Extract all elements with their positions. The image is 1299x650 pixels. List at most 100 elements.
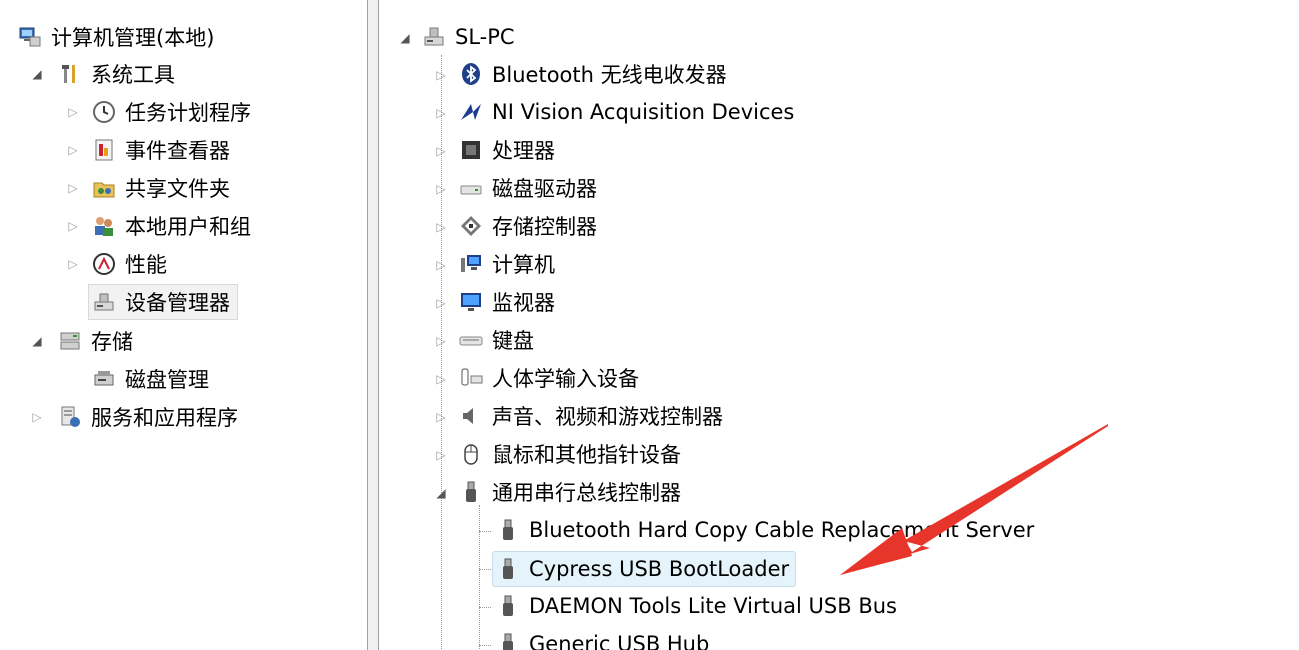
expand-icon[interactable]: ▷ xyxy=(434,144,448,158)
usb-device-cypress-bootloader[interactable]: Cypress USB BootLoader xyxy=(492,551,797,587)
category-usb-controllers[interactable]: 通用串行总线控制器 xyxy=(459,475,684,509)
device-tree-root-label: SL-PC xyxy=(455,25,515,49)
pc-icon xyxy=(424,27,444,46)
tree-item-event-viewer[interactable]: 事件查看器 xyxy=(92,133,233,167)
tree-item-label: 设备管理器 xyxy=(125,291,230,315)
clock-icon xyxy=(93,101,115,123)
expand-icon[interactable]: ▷ xyxy=(66,105,80,119)
usb-device-generic-hub[interactable]: Generic USB Hub xyxy=(496,627,712,650)
category-computer[interactable]: 计算机 xyxy=(459,247,558,281)
tree-item-label: 任务计划程序 xyxy=(125,101,251,125)
computer-icon xyxy=(461,255,481,272)
category-keyboards[interactable]: 键盘 xyxy=(459,323,537,357)
tree-item-system-tools[interactable]: 系统工具 xyxy=(58,57,178,91)
tree-item-device-manager[interactable]: 设备管理器 xyxy=(88,284,238,320)
device-label: Cypress USB BootLoader xyxy=(529,557,790,581)
processor-icon xyxy=(462,141,480,159)
device-label: Bluetooth Hard Copy Cable Replacement Se… xyxy=(529,518,1035,542)
category-label: 监视器 xyxy=(492,291,555,315)
shared-folder-icon xyxy=(93,182,115,198)
disk-drive-icon xyxy=(460,185,482,195)
tree-item-computer-management[interactable]: 计算机管理(本地) xyxy=(18,20,217,54)
expand-icon[interactable]: ▷ xyxy=(66,181,80,195)
category-label: 处理器 xyxy=(492,139,555,163)
category-label: 人体学输入设备 xyxy=(492,367,639,391)
collapse-icon[interactable]: ◢ xyxy=(398,31,412,45)
tree-line xyxy=(479,569,491,570)
usb-icon xyxy=(503,519,513,540)
expand-icon[interactable]: ▷ xyxy=(434,448,448,462)
category-monitors[interactable]: 监视器 xyxy=(459,285,558,319)
tree-line xyxy=(479,645,491,646)
pane-splitter[interactable] xyxy=(367,0,379,650)
device-label: DAEMON Tools Lite Virtual USB Bus xyxy=(529,594,897,618)
tree-item-local-users-groups[interactable]: 本地用户和组 xyxy=(92,209,254,243)
tree-item-shared-folders[interactable]: 共享文件夹 xyxy=(92,171,233,205)
category-label: 声音、视频和游戏控制器 xyxy=(492,405,723,429)
expand-icon[interactable]: ▷ xyxy=(434,258,448,272)
expand-icon[interactable]: ▷ xyxy=(66,257,80,271)
storage-icon xyxy=(60,332,80,350)
tree-item-label: 服务和应用程序 xyxy=(91,406,238,430)
tree-line xyxy=(479,505,480,650)
tree-item-disk-management[interactable]: 磁盘管理 xyxy=(92,362,212,396)
expand-icon[interactable]: ▷ xyxy=(434,68,448,82)
category-label: 计算机 xyxy=(492,253,555,277)
expand-icon[interactable]: ▷ xyxy=(434,106,448,120)
category-label: 磁盘驱动器 xyxy=(492,177,597,201)
device-label: Generic USB Hub xyxy=(529,632,710,650)
hid-icon xyxy=(461,368,483,386)
expand-icon[interactable]: ▷ xyxy=(434,334,448,348)
storage-controller-icon xyxy=(461,216,481,236)
category-processors[interactable]: 处理器 xyxy=(459,133,558,167)
expand-icon[interactable]: ▷ xyxy=(434,372,448,386)
tree-item-label: 共享文件夹 xyxy=(125,177,230,201)
tree-item-label: 事件查看器 xyxy=(125,139,230,163)
category-label: 通用串行总线控制器 xyxy=(492,481,681,505)
category-disk-drives[interactable]: 磁盘驱动器 xyxy=(459,171,600,205)
category-bluetooth[interactable]: Bluetooth 无线电收发器 xyxy=(459,57,730,91)
tree-line xyxy=(479,607,491,608)
expand-icon[interactable]: ▷ xyxy=(434,182,448,196)
expand-icon[interactable]: ▷ xyxy=(434,410,448,424)
event-viewer-icon xyxy=(95,139,113,161)
collapse-icon[interactable]: ◢ xyxy=(30,67,44,81)
expand-icon[interactable]: ▷ xyxy=(30,410,44,424)
device-tree-root[interactable]: SL-PC xyxy=(422,20,518,54)
usb-icon xyxy=(466,481,476,502)
category-storage-controllers[interactable]: 存储控制器 xyxy=(459,209,600,243)
disk-management-icon xyxy=(94,371,114,386)
usb-icon xyxy=(503,558,513,579)
expand-icon[interactable]: ▷ xyxy=(66,143,80,157)
tree-line xyxy=(479,531,491,532)
category-label: Bluetooth 无线电收发器 xyxy=(492,63,727,87)
tree-item-label: 计算机管理(本地) xyxy=(51,26,215,50)
mouse-icon xyxy=(464,444,478,465)
category-label: 键盘 xyxy=(492,329,534,353)
expand-icon[interactable]: ▷ xyxy=(434,296,448,310)
tree-item-task-scheduler[interactable]: 任务计划程序 xyxy=(92,95,254,129)
category-mice[interactable]: 鼠标和其他指针设备 xyxy=(459,437,684,471)
expand-icon[interactable]: ▷ xyxy=(66,219,80,233)
collapse-icon[interactable]: ◢ xyxy=(30,334,44,348)
expand-icon[interactable]: ▷ xyxy=(434,220,448,234)
bluetooth-icon xyxy=(462,63,480,85)
category-sound-video-game[interactable]: 声音、视频和游戏控制器 xyxy=(459,399,726,433)
tree-item-storage[interactable]: 存储 xyxy=(58,324,136,358)
category-hid[interactable]: 人体学输入设备 xyxy=(459,361,642,395)
computer-management-icon xyxy=(19,27,41,47)
tree-item-performance[interactable]: 性能 xyxy=(92,247,170,281)
usb-device-bluetooth-hcrp[interactable]: Bluetooth Hard Copy Cable Replacement Se… xyxy=(496,513,1037,547)
usb-icon xyxy=(503,595,513,616)
category-label: NI Vision Acquisition Devices xyxy=(492,100,795,124)
performance-icon xyxy=(93,253,115,275)
console-tree-pane: 计算机管理(本地) ◢ 系统工具 ▷ 任务计划程序 ▷ 事件查看器 ▷ 共享文件… xyxy=(0,0,367,650)
category-ni-vision[interactable]: NI Vision Acquisition Devices xyxy=(459,95,797,129)
usb-device-daemon-tools[interactable]: DAEMON Tools Lite Virtual USB Bus xyxy=(496,589,900,623)
collapse-icon[interactable]: ◢ xyxy=(434,486,448,500)
tree-item-services-applications[interactable]: 服务和应用程序 xyxy=(58,400,241,434)
tree-item-label: 存储 xyxy=(91,330,133,354)
category-label: 存储控制器 xyxy=(492,215,597,239)
ni-icon xyxy=(461,104,481,120)
device-manager-icon xyxy=(94,293,114,311)
